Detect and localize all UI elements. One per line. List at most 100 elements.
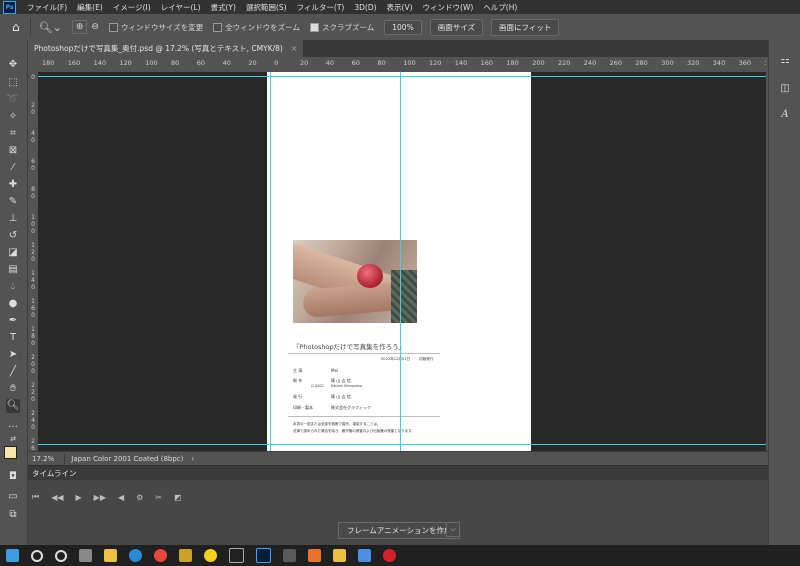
resize-window-checkbox[interactable] xyxy=(108,22,118,32)
type-tool-icon[interactable]: T xyxy=(6,331,20,345)
search-icon[interactable] xyxy=(31,549,43,562)
cortana-icon[interactable] xyxy=(55,549,67,562)
windows-start-icon[interactable] xyxy=(6,549,19,562)
app-icon[interactable] xyxy=(358,549,371,562)
ruler-tick-label: 120 xyxy=(119,59,132,67)
menu-image[interactable]: イメージ(I) xyxy=(108,2,156,13)
ruler-tick-label: 1 8 0 xyxy=(31,326,35,347)
timeline-title[interactable]: タイムライン xyxy=(32,468,76,479)
fit-screen-button[interactable]: 画面サイズ xyxy=(429,18,483,36)
move-tool-icon[interactable]: ✥ xyxy=(6,58,20,72)
dodge-tool-icon[interactable]: ● xyxy=(6,297,20,311)
scrubby-zoom-checkbox[interactable] xyxy=(309,22,319,32)
artboard-icon[interactable]: ⧉ xyxy=(6,508,20,522)
app-icon[interactable] xyxy=(333,549,346,562)
horizontal-ruler[interactable]: 180 160 140 120 100 80 60 40 20 0 20 40 60 80 100 120 14… xyxy=(38,57,766,73)
menu-file[interactable]: ファイル(F) xyxy=(22,2,72,13)
zoom-level[interactable]: 17.2% xyxy=(32,455,54,463)
stamp-tool-icon[interactable]: ⊥ xyxy=(6,212,20,226)
ruler-tick-label: 340 xyxy=(712,59,726,67)
guide-bottom[interactable] xyxy=(38,444,766,445)
file-explorer-icon[interactable] xyxy=(104,549,117,562)
create-animation-dropdown-icon[interactable]: ⌵ xyxy=(446,522,460,537)
gradient-tool-icon[interactable]: ▤ xyxy=(6,263,20,277)
first-frame-icon[interactable]: ⏮ xyxy=(32,492,39,502)
quick-mask-icon[interactable]: ◘ xyxy=(6,470,20,484)
line-tool-icon[interactable]: ╱ xyxy=(6,365,20,379)
screen-mode-icon[interactable]: ▭ xyxy=(6,490,20,504)
guide-center[interactable] xyxy=(400,72,401,451)
menu-select[interactable]: 選択範囲(S) xyxy=(241,2,292,13)
fill-screen-button[interactable]: 画面にフィット xyxy=(490,18,560,36)
credit-role-production: 制 作 xyxy=(293,378,303,383)
timeline-panel: タイムライン ⏮ ◀◀ ▶ ▶▶ ◀ ⚙ ✂ ◩ フレームアニメーションを作成 … xyxy=(28,465,768,546)
lasso-tool-icon[interactable]: ➰ xyxy=(6,93,20,107)
adjustments-icon[interactable]: ◫ xyxy=(778,82,792,96)
zoom-in-icon[interactable]: ⊕ xyxy=(71,20,88,34)
zoom-100-button[interactable]: 100% xyxy=(384,19,422,35)
next-frame-icon[interactable]: ▶▶ xyxy=(94,493,106,502)
blur-tool-icon[interactable]: 💧︎ xyxy=(6,280,20,294)
audio-icon[interactable]: ◀ xyxy=(118,493,124,502)
settings-gear-icon[interactable]: ⚙ xyxy=(136,493,143,502)
eyedropper-icon[interactable]: ⁄ xyxy=(6,161,20,175)
zoom-tool-icon[interactable]: 🔍︎ xyxy=(6,399,20,413)
character-panel-icon[interactable]: A xyxy=(778,108,792,122)
foreground-color-swatch[interactable] xyxy=(4,446,17,459)
app-icon[interactable] xyxy=(179,549,192,562)
eraser-icon[interactable]: ◪ xyxy=(6,246,20,260)
resize-window-label: ウィンドウサイズを変更 xyxy=(120,22,204,32)
edge-browser-icon[interactable] xyxy=(129,549,142,562)
play-icon[interactable]: ▶ xyxy=(76,493,82,502)
menu-type[interactable]: 書式(Y) xyxy=(206,2,241,13)
crop-tool-icon[interactable]: ⌗ xyxy=(6,127,20,141)
chrome-browser-icon[interactable] xyxy=(154,549,167,562)
zoom-out-icon[interactable]: ⊖ xyxy=(91,22,99,32)
photoshop-taskbar-icon[interactable] xyxy=(256,548,271,563)
edit-toolbar-icon[interactable]: … xyxy=(6,418,20,432)
ruler-tick-label: 20 xyxy=(248,59,257,67)
swap-colors-icon[interactable]: ⇄ xyxy=(6,432,20,446)
document-tab[interactable]: Photoshopだけで写真集_奥付.psd @ 17.2% (写真とテキスト,… xyxy=(28,40,304,57)
ruler-tick-label: 0 xyxy=(274,59,279,67)
hand-tool-icon[interactable]: ✋︎ xyxy=(6,382,20,396)
app-icon[interactable] xyxy=(229,548,244,563)
menu-3d[interactable]: 3D(D) xyxy=(349,3,381,12)
transition-icon[interactable]: ◩ xyxy=(174,493,182,502)
brush-tool-icon[interactable]: ✎ xyxy=(6,195,20,209)
menu-bar: Ps ファイル(F) 編集(E) イメージ(I) レイヤー(L) 書式(Y) 選… xyxy=(0,0,800,14)
zoom-all-checkbox[interactable] xyxy=(213,22,223,32)
healing-brush-icon[interactable]: ✚ xyxy=(6,178,20,192)
guide-left[interactable] xyxy=(270,72,271,451)
app-icon[interactable] xyxy=(383,549,396,562)
guide-top[interactable] xyxy=(38,76,766,77)
menu-edit[interactable]: 編集(E) xyxy=(72,2,108,13)
close-icon[interactable]: × xyxy=(291,44,297,53)
ruler-origin[interactable] xyxy=(28,57,38,72)
menu-help[interactable]: ヘルプ(H) xyxy=(478,2,522,13)
ruler-tick-label: 0 xyxy=(31,74,35,81)
menu-view[interactable]: 表示(V) xyxy=(382,2,418,13)
app-icon[interactable] xyxy=(283,549,296,562)
app-icon[interactable] xyxy=(204,549,217,562)
create-frame-animation-button[interactable]: フレームアニメーションを作成 xyxy=(338,522,461,539)
history-brush-icon[interactable]: ↺ xyxy=(6,229,20,243)
properties-icon[interactable]: ⚏ xyxy=(778,54,792,68)
path-selection-icon[interactable]: ➤ xyxy=(6,348,20,362)
pen-tool-icon[interactable]: ✒ xyxy=(6,314,20,328)
task-view-icon[interactable] xyxy=(79,549,92,562)
frame-tool-icon[interactable]: ⊠ xyxy=(6,144,20,158)
scissors-icon[interactable]: ✂ xyxy=(155,493,162,502)
canvas-area[interactable]: 『Photoshopだけで写真集を作ろう』 2022年12月01日 初版発行 主… xyxy=(38,72,766,451)
status-menu-arrow-icon[interactable]: › xyxy=(191,455,194,463)
menu-layer[interactable]: レイヤー(L) xyxy=(156,2,206,13)
app-icon[interactable] xyxy=(308,549,321,562)
previous-frame-icon[interactable]: ◀◀ xyxy=(51,493,63,502)
marquee-tool-icon[interactable]: ⬚ xyxy=(6,76,20,90)
menu-window[interactable]: ウィンドウ(W) xyxy=(418,2,479,13)
home-icon[interactable]: ⌂ xyxy=(12,20,20,34)
magic-wand-icon[interactable]: ✧ xyxy=(6,110,20,124)
ruler-tick-label: 6 0 xyxy=(31,158,35,172)
zoom-tool-preset-icon[interactable]: 🔍︎⌄ xyxy=(39,21,62,34)
menu-filter[interactable]: フィルター(T) xyxy=(292,2,350,13)
